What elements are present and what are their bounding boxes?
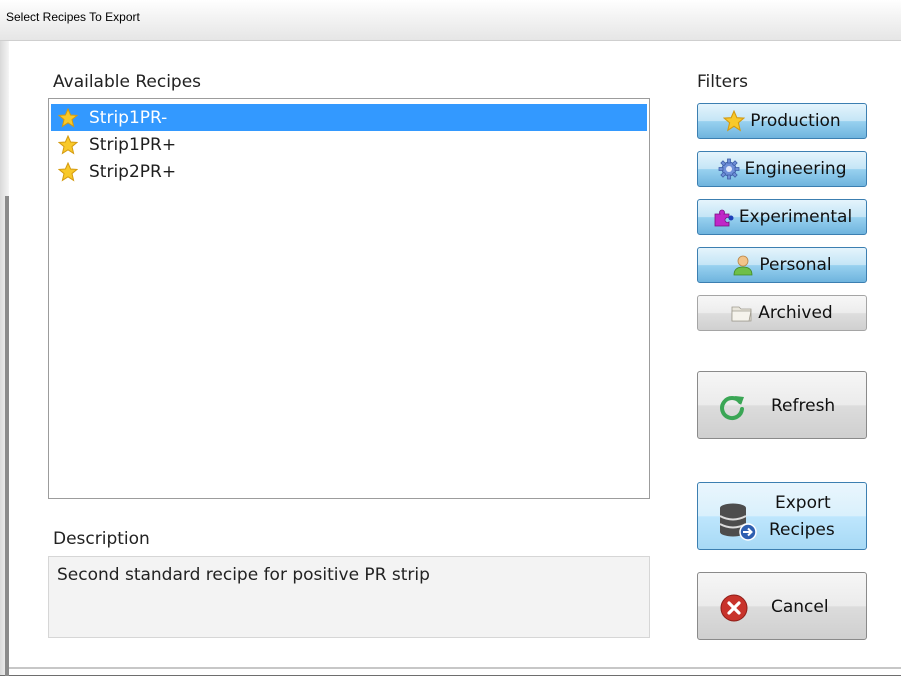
filter-label: Engineering — [744, 159, 847, 179]
list-item-strip2pr-plus[interactable]: Strip2PR+ — [51, 158, 647, 185]
filter-personal-button[interactable]: Personal — [697, 247, 867, 283]
star-icon — [58, 107, 78, 127]
list-item-label: Strip2PR+ — [89, 161, 177, 182]
cancel-label: Cancel — [771, 597, 829, 617]
filter-label: Production — [750, 111, 841, 131]
close-icon — [720, 594, 748, 622]
filter-engineering-button[interactable]: Engineering — [697, 151, 867, 187]
filter-archived-button[interactable]: Archived — [697, 295, 867, 331]
export-label-line2: Recipes — [769, 520, 835, 540]
description-field: Second standard recipe for positive PR s… — [48, 556, 650, 638]
filter-label: Experimental — [738, 207, 853, 227]
filters-label: Filters — [697, 72, 748, 92]
window-title: Select Recipes To Export — [6, 10, 140, 24]
description-text: Second standard recipe for positive PR s… — [57, 565, 430, 585]
puzzle-icon — [714, 209, 734, 227]
title-bar[interactable]: Select Recipes To Export — [0, 0, 901, 41]
filter-production-button[interactable]: Production — [697, 103, 867, 139]
refresh-button[interactable]: Refresh — [697, 371, 867, 439]
list-item-label: Strip1PR+ — [89, 134, 177, 155]
refresh-label: Refresh — [771, 396, 836, 416]
divider — [9, 667, 901, 669]
star-icon — [58, 161, 78, 181]
refresh-icon — [720, 396, 744, 421]
folder-icon — [731, 306, 752, 322]
database-export-icon — [719, 503, 757, 541]
filter-label: Archived — [758, 303, 833, 323]
export-dialog: Select Recipes To Export Available Recip… — [0, 0, 901, 676]
recipe-list[interactable]: Strip1PR- Strip1PR+ Strip2PR+ — [48, 98, 650, 499]
gear-icon — [718, 158, 739, 180]
export-recipes-button[interactable]: Export Recipes — [697, 482, 867, 550]
available-recipes-label: Available Recipes — [53, 72, 202, 92]
filter-experimental-button[interactable]: Experimental — [697, 199, 867, 235]
export-label-line1: Export — [775, 493, 831, 513]
window-frame-edge — [0, 41, 9, 676]
list-item-strip1pr-minus[interactable]: Strip1PR- — [51, 104, 647, 131]
filter-label: Personal — [759, 255, 832, 275]
star-icon — [723, 110, 746, 132]
user-icon — [733, 255, 753, 276]
star-icon — [58, 134, 78, 154]
list-item-strip1pr-plus[interactable]: Strip1PR+ — [51, 131, 647, 158]
description-label: Description — [53, 529, 150, 549]
list-item-label: Strip1PR- — [89, 107, 168, 128]
cancel-button[interactable]: Cancel — [697, 572, 867, 640]
